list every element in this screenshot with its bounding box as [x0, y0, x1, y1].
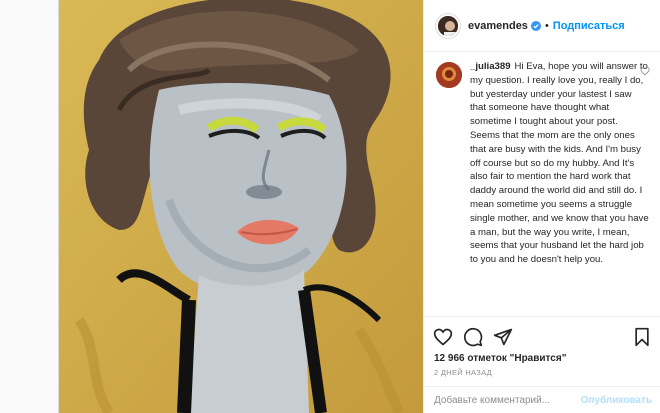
comment-avatar[interactable] [436, 62, 462, 88]
post-timestamp[interactable]: 2 ДНЕЙ НАЗАД [434, 368, 492, 377]
post-container: evamendes • Подписаться _julia389 Hi Eva,… [58, 0, 660, 413]
comments-list[interactable]: _julia389 Hi Eva, hope you will answer to… [424, 52, 660, 312]
publish-button[interactable]: Опубликовать [581, 395, 652, 406]
comment-text: Hi Eva, hope you will answer to my quest… [470, 61, 649, 266]
comment-item: _julia389 Hi Eva, hope you will answer to… [436, 60, 650, 267]
action-bar [424, 316, 660, 352]
share-icon[interactable] [493, 327, 513, 347]
likes-count[interactable]: 12 966 отметок "Нравится" [434, 353, 566, 364]
heart-icon[interactable] [433, 327, 453, 347]
comment-like-icon[interactable] [640, 66, 650, 76]
post-sidebar: evamendes • Подписаться _julia389 Hi Eva,… [423, 0, 660, 413]
painting-portrait [59, 0, 423, 413]
post-username[interactable]: evamendes [468, 20, 528, 32]
avatar[interactable] [436, 13, 460, 38]
verified-icon [530, 20, 541, 31]
comment-input[interactable] [434, 394, 581, 406]
follow-button[interactable]: Подписаться [553, 20, 625, 32]
post-header: evamendes • Подписаться [424, 0, 660, 52]
comment-text-block: _julia389 Hi Eva, hope you will answer to… [470, 60, 650, 267]
bookmark-icon[interactable] [632, 327, 652, 347]
comment-icon[interactable] [463, 327, 483, 347]
comment-username[interactable]: _julia389 [470, 61, 511, 72]
add-comment-bar: Опубликовать [424, 386, 660, 413]
post-image[interactable] [59, 0, 423, 413]
separator-dot: • [544, 19, 549, 32]
